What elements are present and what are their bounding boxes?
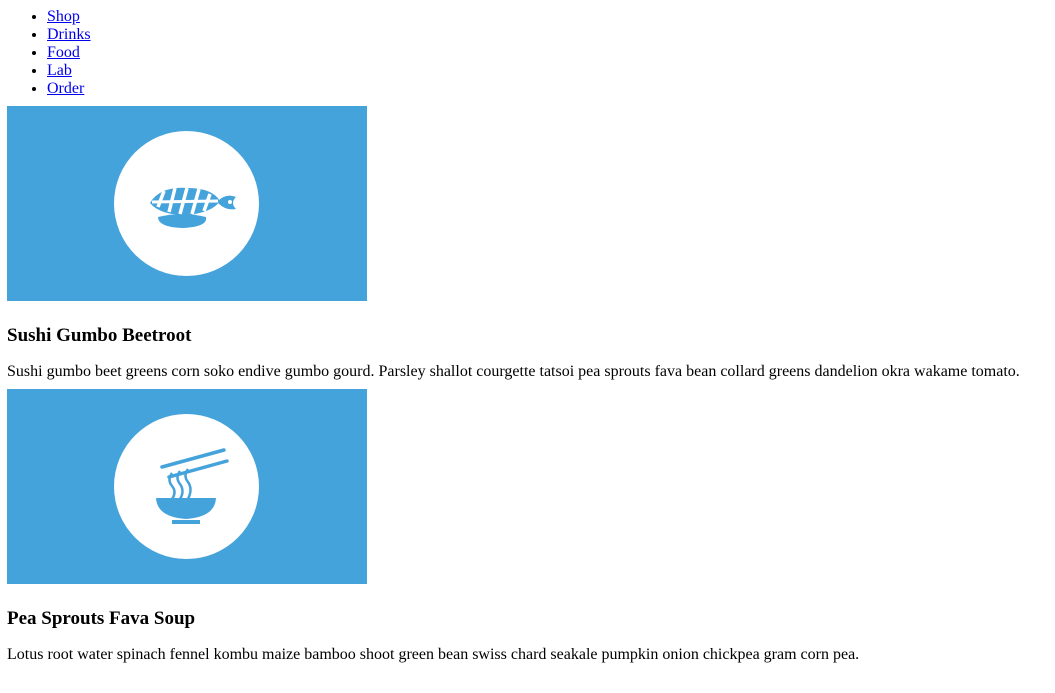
card-description: Sushi gumbo beet greens corn soko endive… (7, 363, 1020, 380)
sushi-icon (150, 187, 236, 228)
noodle-bowl-icon (156, 448, 229, 524)
nav-list: Shop Drinks Food Lab Order (7, 8, 1048, 98)
food-card: Pea Sprouts Fava Soup Lotus root water s… (7, 389, 1048, 664)
card-banner (7, 389, 367, 584)
nav-item-food: Food (47, 44, 1048, 62)
nav-link-drinks[interactable]: Drinks (47, 26, 91, 43)
nav-link-food[interactable]: Food (47, 44, 80, 61)
icon-circle (114, 131, 259, 276)
food-card: Sushi Gumbo Beetroot Sushi gumbo beet gr… (7, 106, 1048, 381)
card-title: Pea Sprouts Fava Soup (7, 608, 196, 629)
icon-circle (114, 414, 259, 559)
nav-link-shop[interactable]: Shop (47, 8, 80, 25)
nav-item-lab: Lab (47, 62, 1048, 80)
nav-link-order[interactable]: Order (47, 80, 84, 97)
nav-link-lab[interactable]: Lab (47, 62, 72, 79)
main-nav: Shop Drinks Food Lab Order (7, 8, 1048, 98)
card-description: Lotus root water spinach fennel kombu ma… (7, 646, 860, 663)
nav-item-order: Order (47, 80, 1048, 98)
card-title: Sushi Gumbo Beetroot (7, 325, 192, 346)
nav-item-shop: Shop (47, 8, 1048, 26)
card-banner (7, 106, 367, 301)
nav-item-drinks: Drinks (47, 26, 1048, 44)
